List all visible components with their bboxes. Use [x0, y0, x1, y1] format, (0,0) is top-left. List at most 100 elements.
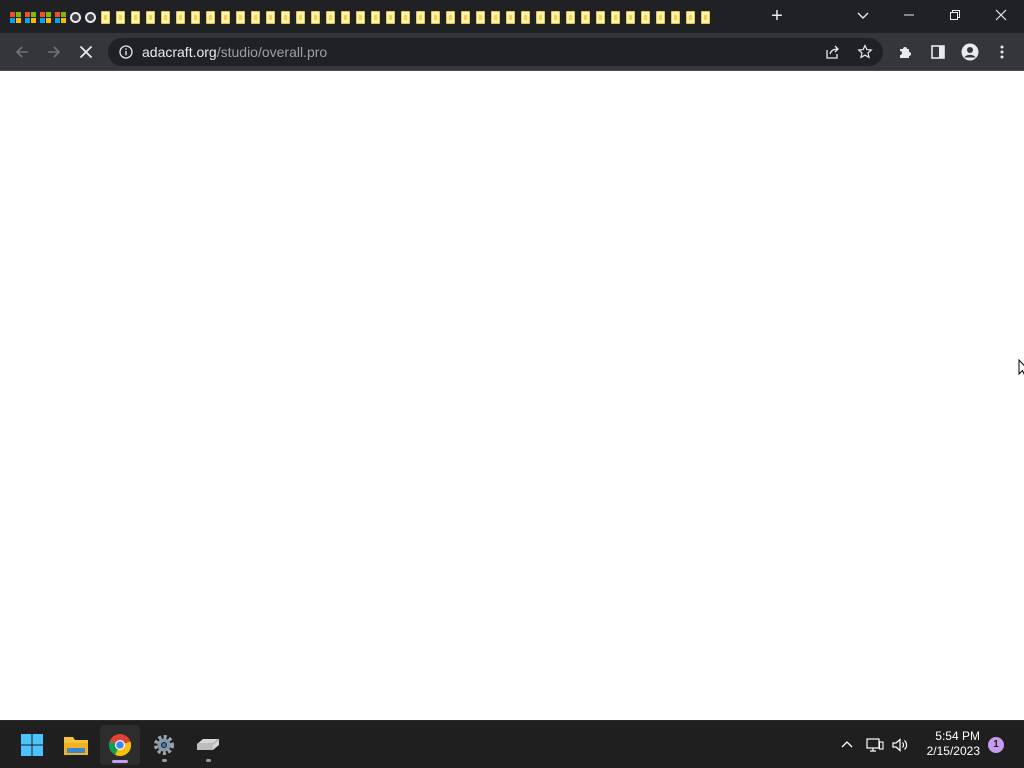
browser-tab[interactable]	[458, 8, 473, 26]
browser-tab[interactable]	[38, 8, 53, 26]
browser-tab[interactable]	[338, 8, 353, 26]
browser-tab[interactable]	[173, 8, 188, 26]
close-window-button[interactable]	[978, 0, 1024, 30]
browser-tab[interactable]	[233, 8, 248, 26]
document-icon	[101, 10, 110, 24]
browser-tab[interactable]	[323, 8, 338, 26]
browser-tab[interactable]	[518, 8, 533, 26]
document-icon	[626, 10, 635, 24]
notification-badge[interactable]: 1	[988, 737, 1004, 753]
restore-icon	[950, 10, 960, 20]
taskbar-chrome[interactable]	[100, 725, 140, 765]
microsoft-logo-icon	[40, 11, 51, 23]
address-bar[interactable]: adacraft.org/studio/overall.pro	[108, 38, 883, 66]
browser-tab[interactable]	[203, 8, 218, 26]
mouse-cursor-icon	[1018, 359, 1024, 376]
page-viewport[interactable]	[0, 71, 1024, 720]
browser-tab[interactable]	[398, 8, 413, 26]
browser-tab[interactable]	[308, 8, 323, 26]
browser-tab[interactable]	[668, 8, 683, 26]
more-vertical-icon	[1000, 45, 1004, 59]
new-tab-button[interactable]: +	[766, 5, 788, 27]
network-button[interactable]	[864, 734, 886, 756]
browser-tab[interactable]	[188, 8, 203, 26]
taskbar-drive[interactable]	[188, 725, 228, 765]
browser-tab[interactable]	[413, 8, 428, 26]
browser-tab[interactable]	[623, 8, 638, 26]
document-icon	[641, 10, 650, 24]
taskbar-settings[interactable]	[144, 725, 184, 765]
browser-tab[interactable]	[143, 8, 158, 26]
restore-button[interactable]	[932, 0, 978, 30]
browser-tab[interactable]	[218, 8, 233, 26]
browser-tab[interactable]	[83, 8, 98, 26]
browser-tab[interactable]	[428, 8, 443, 26]
forward-button[interactable]	[42, 40, 66, 64]
browser-tab[interactable]	[353, 8, 368, 26]
stop-loading-button[interactable]	[74, 40, 98, 64]
url-path: /studio/overall.pro	[216, 44, 328, 60]
star-icon	[857, 44, 873, 59]
volume-button[interactable]	[889, 734, 911, 756]
browser-tab[interactable]	[638, 8, 653, 26]
browser-tab[interactable]	[608, 8, 623, 26]
minimize-icon	[904, 14, 914, 16]
share-button[interactable]	[824, 43, 842, 61]
chevron-down-icon	[857, 12, 869, 19]
browser-tab[interactable]	[293, 8, 308, 26]
taskbar-file-explorer[interactable]	[56, 725, 96, 765]
back-button[interactable]	[10, 40, 34, 64]
browser-tab[interactable]	[368, 8, 383, 26]
arrow-right-icon	[48, 46, 61, 58]
document-icon	[536, 10, 545, 24]
browser-tab[interactable]	[593, 8, 608, 26]
document-icon	[656, 10, 665, 24]
browser-tab[interactable]	[23, 8, 38, 26]
browser-tab[interactable]	[128, 8, 143, 26]
globe-icon	[70, 11, 81, 23]
browser-menu-button[interactable]	[991, 41, 1013, 63]
microsoft-logo-icon	[25, 11, 36, 23]
browser-tab[interactable]	[473, 8, 488, 26]
document-icon	[371, 10, 380, 24]
document-icon	[191, 10, 200, 24]
show-hidden-icons-button[interactable]	[836, 734, 858, 756]
browser-tab[interactable]	[443, 8, 458, 26]
document-icon	[131, 10, 140, 24]
url-text[interactable]: adacraft.org/studio/overall.pro	[142, 44, 327, 60]
profile-button[interactable]	[959, 41, 981, 63]
browser-tab[interactable]	[113, 8, 128, 26]
browser-tab[interactable]	[248, 8, 263, 26]
document-icon	[416, 10, 425, 24]
active-app-indicator	[112, 760, 128, 763]
browser-tab[interactable]	[578, 8, 593, 26]
browser-tab[interactable]	[548, 8, 563, 26]
browser-tab[interactable]	[383, 8, 398, 26]
browser-tab[interactable]	[653, 8, 668, 26]
extensions-button[interactable]	[895, 41, 917, 63]
browser-tab[interactable]	[53, 8, 68, 26]
browser-tab[interactable]	[698, 8, 713, 26]
system-clock[interactable]: 5:54 PM 2/15/2023	[912, 729, 980, 759]
browser-tab[interactable]	[278, 8, 293, 26]
document-icon	[251, 10, 260, 24]
browser-tab[interactable]	[68, 8, 83, 26]
start-button[interactable]	[12, 725, 52, 765]
puzzle-icon	[900, 47, 911, 58]
browser-tab[interactable]	[98, 8, 113, 26]
browser-tab[interactable]	[563, 8, 578, 26]
bookmark-button[interactable]	[856, 43, 874, 61]
browser-tab[interactable]	[503, 8, 518, 26]
document-icon	[326, 10, 335, 24]
browser-tab[interactable]	[683, 8, 698, 26]
browser-tab[interactable]	[8, 8, 23, 26]
browser-tab[interactable]	[263, 8, 278, 26]
browser-tab[interactable]	[488, 8, 503, 26]
minimize-button[interactable]	[886, 0, 932, 30]
side-panel-button[interactable]	[927, 41, 949, 63]
document-icon	[551, 10, 560, 24]
tab-search-button[interactable]	[852, 6, 874, 26]
browser-tab[interactable]	[158, 8, 173, 26]
browser-tab[interactable]	[533, 8, 548, 26]
info-icon[interactable]	[119, 45, 133, 59]
